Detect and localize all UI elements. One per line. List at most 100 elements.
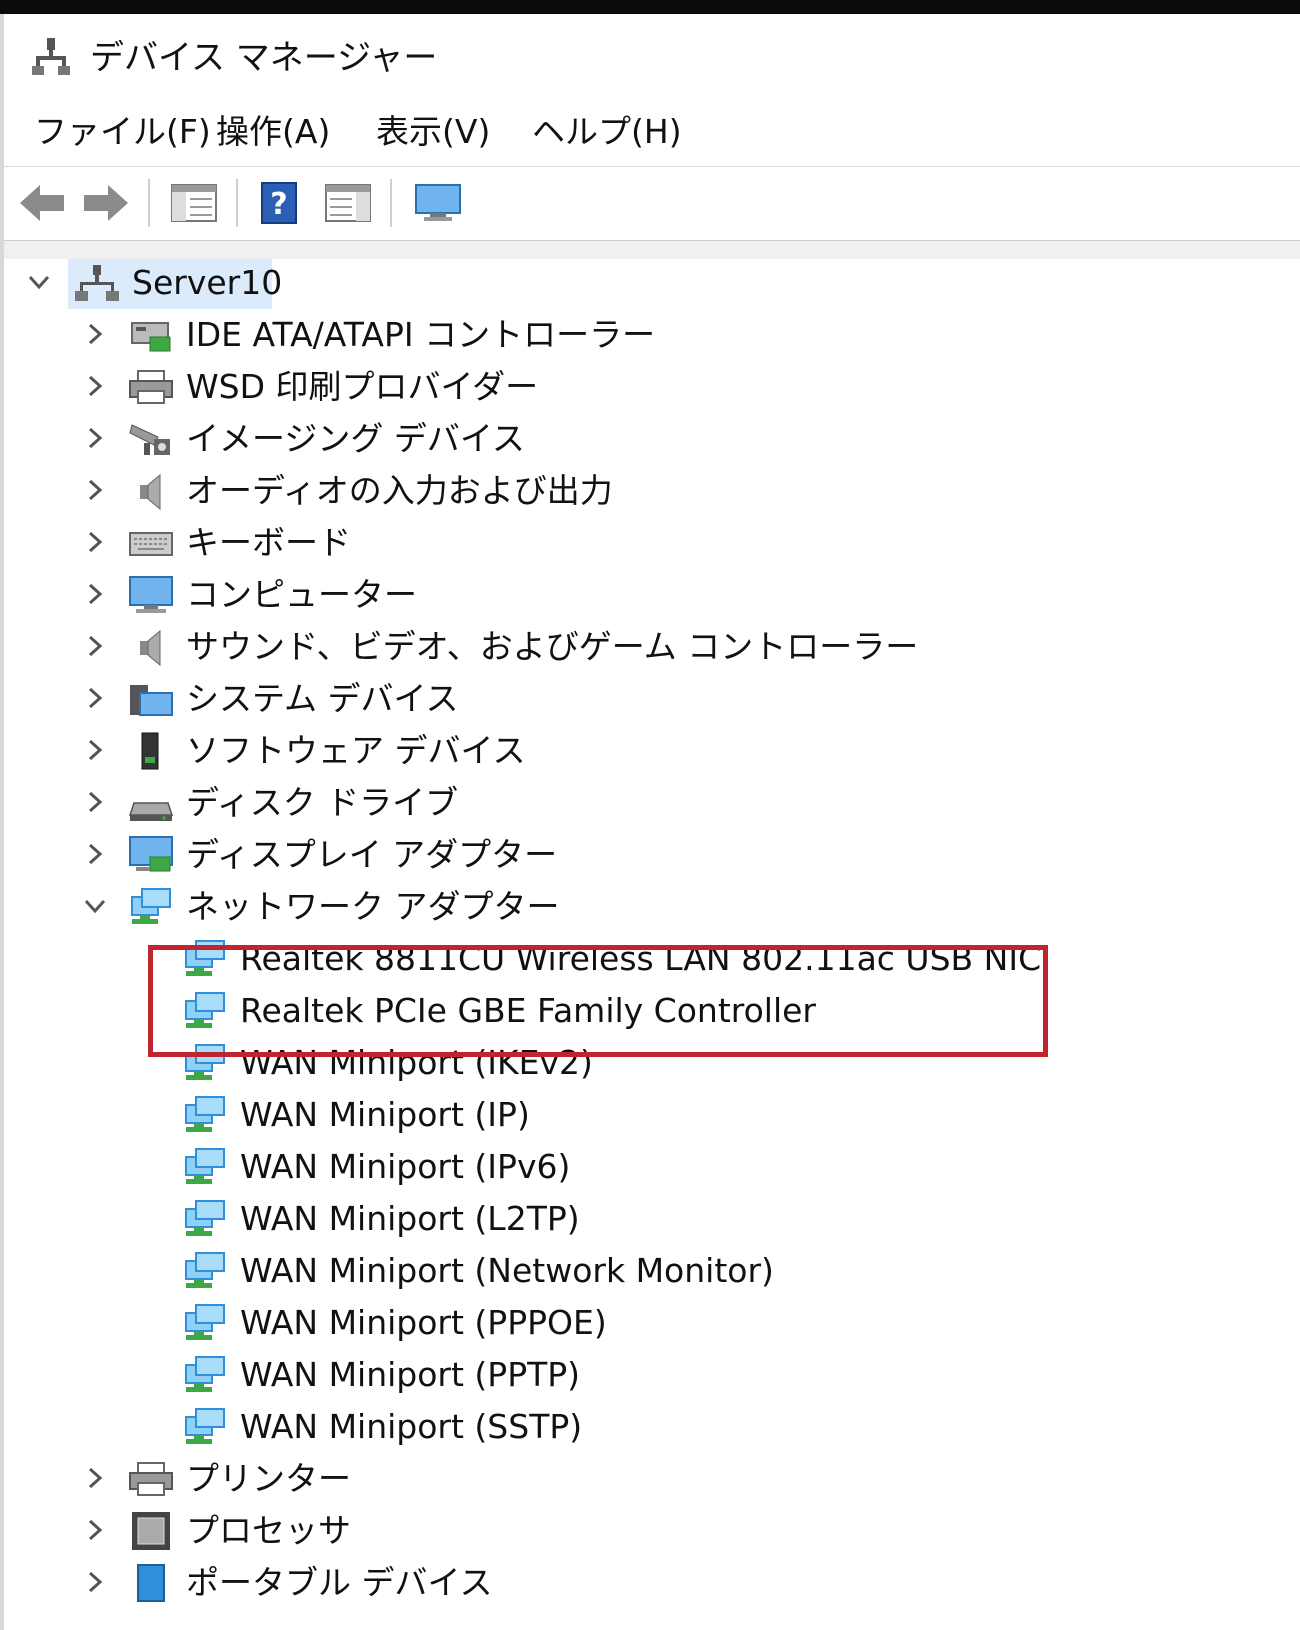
menu-help[interactable]: ヘルプ(H) xyxy=(532,112,682,152)
back-arrow-icon[interactable] xyxy=(16,181,68,225)
tree-item-label: ディスク ドライブ xyxy=(186,783,459,822)
display-adapter-icon xyxy=(129,836,173,872)
forward-arrow-icon[interactable] xyxy=(80,181,132,225)
tree-item-label: プリンター xyxy=(186,1459,351,1498)
show-hide-console-tree-icon[interactable] xyxy=(168,181,220,225)
network-adapter-item[interactable]: WAN Miniport (SSTP) xyxy=(4,1403,1300,1451)
network-adapter-icon xyxy=(182,1199,228,1239)
menu-bar: ファイル(F) 操作(A) 表示(V) ヘルプ(H) xyxy=(4,100,1300,167)
tree-item-label: ネットワーク アダプター xyxy=(186,887,560,926)
chevron-right-icon[interactable] xyxy=(82,581,108,607)
chevron-right-icon[interactable] xyxy=(82,425,108,451)
chevron-right-icon[interactable] xyxy=(82,789,108,815)
chevron-right-icon[interactable] xyxy=(82,477,108,503)
chevron-right-icon[interactable] xyxy=(82,633,108,659)
network-adapter-icon xyxy=(182,1251,228,1291)
network-adapter-item[interactable]: WAN Miniport (IPv6) xyxy=(4,1143,1300,1191)
tree-item-sound-video-game[interactable]: サウンド、ビデオ、およびゲーム コントローラー xyxy=(4,623,1300,671)
network-adapter-icon xyxy=(128,887,174,927)
tree-item-printers[interactable]: プリンター xyxy=(4,1455,1300,1503)
chevron-right-icon[interactable] xyxy=(82,841,108,867)
device-manager-icon xyxy=(32,38,70,75)
chevron-right-icon[interactable] xyxy=(82,685,108,711)
tree-item-disk-drives[interactable]: ディスク ドライブ xyxy=(4,779,1300,827)
tree-item-ide[interactable]: IDE ATA/ATAPI コントローラー xyxy=(4,311,1300,359)
printer-icon xyxy=(128,1459,174,1499)
tree-item-computer[interactable]: コンピューター xyxy=(4,571,1300,619)
menu-file[interactable]: ファイル(F) xyxy=(34,112,211,152)
tree-item-label: IDE ATA/ATAPI コントローラー xyxy=(186,315,656,354)
network-adapter-item[interactable]: WAN Miniport (Network Monitor) xyxy=(4,1247,1300,1295)
toolbar-separator xyxy=(236,179,238,227)
chevron-right-icon[interactable] xyxy=(82,529,108,555)
tree-item-label: サウンド、ビデオ、およびゲーム コントローラー xyxy=(186,627,919,666)
processor-icon xyxy=(132,1512,170,1550)
network-adapter-label: WAN Miniport (SSTP) xyxy=(240,1407,583,1446)
network-adapter-item[interactable]: WAN Miniport (IP) xyxy=(4,1091,1300,1139)
window-title: デバイス マネージャー xyxy=(90,38,438,78)
properties-pane-icon[interactable] xyxy=(322,181,374,225)
network-adapter-item[interactable]: WAN Miniport (PPTP) xyxy=(4,1351,1300,1399)
tree-item-label: ディスプレイ アダプター xyxy=(186,835,558,874)
network-adapter-label: WAN Miniport (IP) xyxy=(240,1095,530,1134)
title-bar: デバイス マネージャー xyxy=(4,14,1300,100)
tree-item-processors[interactable]: プロセッサ xyxy=(4,1507,1300,1555)
tree-item-wsd-print[interactable]: WSD 印刷プロバイダー xyxy=(4,363,1300,411)
camera-icon xyxy=(129,424,170,455)
network-adapter-label: WAN Miniport (L2TP) xyxy=(240,1199,580,1238)
speaker-icon xyxy=(128,627,174,667)
chevron-down-icon[interactable] xyxy=(82,893,108,919)
tree-item-system-devices[interactable]: システム デバイス xyxy=(4,675,1300,723)
keyboard-icon xyxy=(129,532,173,556)
chevron-right-icon[interactable] xyxy=(82,1569,108,1595)
network-adapter-icon xyxy=(182,1095,228,1135)
tree-item-label: イメージング デバイス xyxy=(186,419,525,458)
chevron-right-icon[interactable] xyxy=(82,321,108,347)
toolbar-separator xyxy=(148,179,150,227)
chevron-right-icon[interactable] xyxy=(82,373,108,399)
screen-top-edge xyxy=(0,0,1300,14)
menu-view[interactable]: 表示(V) xyxy=(376,112,490,152)
chevron-down-icon[interactable] xyxy=(26,269,52,295)
tree-item-label: コンピューター xyxy=(186,575,417,614)
help-icon[interactable]: ? xyxy=(258,181,302,225)
software-device-icon xyxy=(141,732,159,770)
tree-item-label: WSD 印刷プロバイダー xyxy=(186,367,539,406)
tree-item-label: システム デバイス xyxy=(186,679,459,718)
network-adapter-icon xyxy=(182,1407,228,1447)
menu-action[interactable]: 操作(A) xyxy=(216,112,330,152)
chevron-right-icon[interactable] xyxy=(82,1465,108,1491)
ide-controller-icon xyxy=(131,322,171,352)
tree-item-imaging[interactable]: イメージング デバイス xyxy=(4,415,1300,463)
network-adapter-label: WAN Miniport (PPPOE) xyxy=(240,1303,607,1342)
chevron-right-icon[interactable] xyxy=(82,1517,108,1543)
computer-tree-icon xyxy=(75,265,119,301)
tree-item-portable-devices[interactable]: ポータブル デバイス xyxy=(4,1559,1300,1630)
tree-item-software-devices[interactable]: ソフトウェア デバイス xyxy=(4,727,1300,775)
system-folder-icon xyxy=(130,685,173,716)
tree-item-audio-io[interactable]: オーディオの入力および出力 xyxy=(4,467,1300,515)
network-adapter-label: WAN Miniport (PPTP) xyxy=(240,1355,581,1394)
network-adapter-icon xyxy=(182,1355,228,1395)
network-adapter-icon xyxy=(182,1147,228,1187)
computer-monitor-icon xyxy=(129,576,173,613)
network-adapter-label: WAN Miniport (Network Monitor) xyxy=(240,1251,774,1290)
svg-text:?: ? xyxy=(270,187,287,222)
tree-root[interactable]: Server10 xyxy=(4,259,1300,309)
network-adapter-item[interactable]: WAN Miniport (L2TP) xyxy=(4,1195,1300,1243)
tree-item-display-adapters[interactable]: ディスプレイ アダプター xyxy=(4,831,1300,879)
toolbar-separator xyxy=(390,179,392,227)
annotation-highlight-box xyxy=(148,945,1048,1057)
tree-item-label: オーディオの入力および出力 xyxy=(186,471,613,510)
tree-item-network-adapters[interactable]: ネットワーク アダプター xyxy=(4,883,1300,931)
tree-item-label: プロセッサ xyxy=(186,1511,351,1550)
portable-device-icon xyxy=(137,1564,165,1602)
tree-item-label: ポータブル デバイス xyxy=(186,1563,493,1602)
printer-icon xyxy=(128,367,174,407)
tree-root-label: Server10 xyxy=(132,263,283,302)
tree-item-keyboard[interactable]: キーボード xyxy=(4,519,1300,567)
network-adapter-icon xyxy=(182,1303,228,1343)
monitor-icon[interactable] xyxy=(412,181,464,225)
chevron-right-icon[interactable] xyxy=(82,737,108,763)
network-adapter-item[interactable]: WAN Miniport (PPPOE) xyxy=(4,1299,1300,1347)
